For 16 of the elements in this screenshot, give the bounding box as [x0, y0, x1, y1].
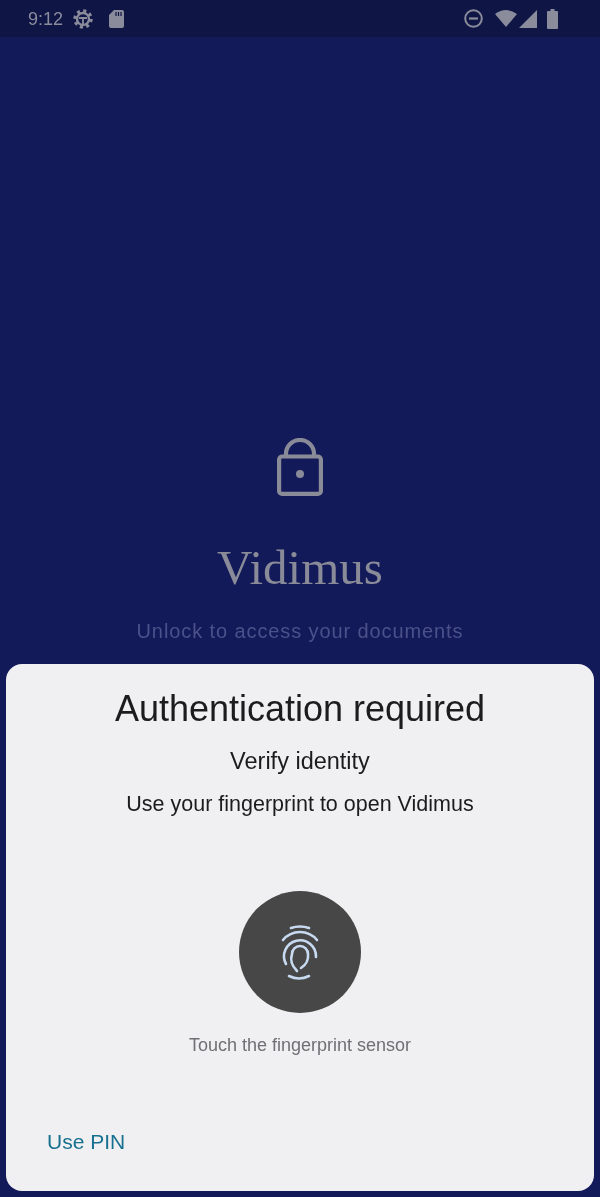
- sd-card-icon: [109, 9, 125, 28]
- battery-icon: [547, 8, 558, 29]
- padlock-icon: [277, 438, 323, 496]
- status-time: 9:12: [28, 7, 64, 30]
- signal-icon: [519, 9, 537, 28]
- fingerprint-hint: Touch the fingerprint sensor: [188, 1034, 412, 1056]
- use-pin-button[interactable]: Use PIN: [47, 1122, 126, 1162]
- dialog-description: Use your fingerprint to open Vidimus: [126, 791, 474, 817]
- do-not-disturb-icon: [464, 9, 483, 28]
- gear-icon: [73, 8, 94, 29]
- wifi-icon: [495, 10, 517, 27]
- dialog-title: Authentication required: [114, 689, 486, 729]
- lock-subtitle: Unlock to access your documents: [136, 619, 464, 643]
- fingerprint-icon: [239, 891, 361, 1013]
- app-name: Vidimus: [217, 540, 383, 596]
- dialog-subtitle: Verify identity: [230, 747, 370, 775]
